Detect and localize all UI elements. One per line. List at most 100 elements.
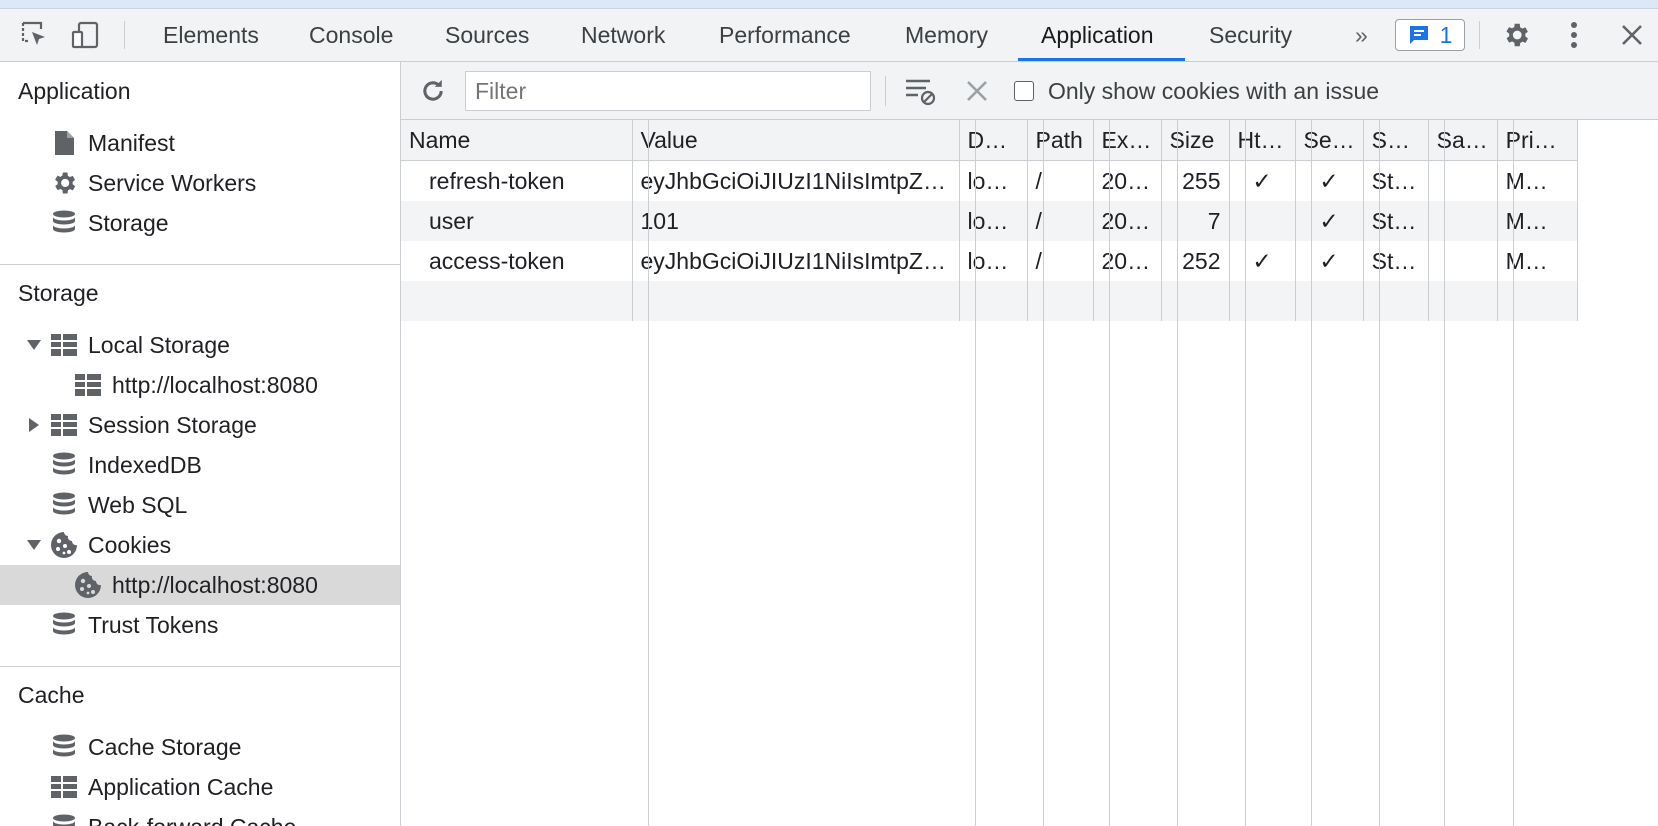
cell-name: refresh-token [401,160,633,201]
sidebar-item-cache-storage[interactable]: Cache Storage [0,727,400,767]
tab-performance[interactable]: Performance [719,9,851,61]
cell-httponly: ✓ [1229,160,1296,201]
table-row-empty [401,281,1578,321]
column-header-domain[interactable]: D… [959,120,1028,161]
cookie-icon [74,571,102,599]
settings-gear-icon[interactable] [1498,9,1534,61]
sidebar-item-label: Session Storage [88,411,257,438]
column-header-httponly[interactable]: Ht… [1229,120,1296,161]
cell-domain: lo… [959,160,1028,201]
cell-sameparty [1428,241,1498,281]
devtools-tabbar: Elements Console Sources Network Perform… [0,9,1658,62]
table-row[interactable]: refresh-token eyJhbGciOiJIUzI1NiIsImtpZ…… [401,160,1578,201]
database-icon [50,733,78,761]
tab-sources[interactable]: Sources [445,9,529,61]
column-header-value[interactable]: Value [632,120,960,161]
cookies-table: Name Value D… Path Ex… Size Ht… Se… S… S… [401,120,1658,826]
expand-arrow-icon[interactable] [29,418,39,432]
cell-sameparty [1428,160,1498,201]
issues-badge-button[interactable]: 1 [1395,19,1465,51]
sidebar-item-cookies[interactable]: Cookies [0,525,400,565]
column-divider [1109,120,1110,826]
sidebar-item-label: Trust Tokens [88,611,219,638]
delete-selected-icon[interactable] [959,62,995,119]
column-header-samesite[interactable]: S… [1363,120,1429,161]
cookie-icon [50,531,78,559]
sidebar-item-web-sql[interactable]: Web SQL [0,485,400,525]
expand-arrow-icon[interactable] [27,340,41,350]
inspect-element-icon[interactable] [18,9,52,61]
more-options-icon[interactable] [1556,9,1592,61]
active-tab-indicator [1018,58,1185,61]
column-divider [1513,120,1514,826]
tab-elements[interactable]: Elements [163,9,259,61]
close-icon[interactable] [1614,9,1650,61]
column-divider [1245,120,1246,826]
only-issues-filter: Only show cookies with an issue [1014,75,1379,107]
device-toolbar-icon[interactable] [68,9,102,61]
sidebar-item-session-storage[interactable]: Session Storage [0,405,400,445]
sidebar-item-label: Local Storage [88,331,230,358]
column-header-name[interactable]: Name [401,120,633,161]
cell-priority: M… [1497,241,1578,281]
cell-domain: lo… [959,201,1028,241]
column-divider [975,120,976,826]
column-header-sameparty[interactable]: Sa… [1428,120,1498,161]
cookies-data-table: Name Value D… Path Ex… Size Ht… Se… S… S… [401,120,1578,321]
refresh-icon[interactable] [415,62,451,119]
sidebar-item-label: http://localhost:8080 [112,371,318,398]
sidebar-item-label: Manifest [88,129,175,156]
expand-arrow-icon[interactable] [27,540,41,550]
sidebar-item-label: IndexedDB [88,451,202,478]
document-icon [50,129,78,157]
filter-input[interactable] [465,71,871,111]
sidebar-item-trust-tokens[interactable]: Trust Tokens [0,605,400,645]
cell-secure: ✓ [1295,160,1364,201]
tab-network[interactable]: Network [581,9,665,61]
cell-priority: M… [1497,201,1578,241]
sidebar-item-storage-overview[interactable]: Storage [0,203,400,243]
column-header-priority[interactable]: Pri… [1497,120,1578,161]
sidebar-item-back-forward-cache[interactable]: Back-forward Cache [0,807,400,826]
sidebar-item-local-storage-origin[interactable]: http://localhost:8080 [0,365,400,405]
column-header-secure[interactable]: Se… [1295,120,1364,161]
sidebar-item-cookies-origin[interactable]: http://localhost:8080 [0,565,400,605]
database-icon [50,451,78,479]
tab-application[interactable]: Application [1041,9,1154,61]
cell-secure: ✓ [1295,241,1364,281]
column-divider [1444,120,1445,826]
only-issues-checkbox[interactable] [1014,81,1034,101]
more-tabs-button[interactable]: » [1355,9,1368,61]
table-row[interactable]: user 101 lo… / 20… 7 ✓ St… M… [401,201,1578,241]
tab-security[interactable]: Security [1209,9,1292,61]
column-header-size[interactable]: Size [1161,120,1230,161]
clear-filtered-icon[interactable] [903,62,939,119]
database-icon [50,491,78,519]
message-icon [1409,26,1428,44]
database-icon [50,611,78,639]
cell-value: eyJhbGciOiJIUzI1NiIsImtpZ… [632,241,960,281]
cell-path: / [1027,201,1094,241]
sidebar-item-indexeddb[interactable]: IndexedDB [0,445,400,485]
tab-memory[interactable]: Memory [905,9,988,61]
issues-count: 1 [1439,21,1453,48]
sidebar-item-service-workers[interactable]: Service Workers [0,163,400,203]
column-header-expires[interactable]: Ex… [1093,120,1162,161]
sidebar-item-application-cache[interactable]: Application Cache [0,767,400,807]
cell-value: 101 [632,201,960,241]
sidebar-item-local-storage[interactable]: Local Storage [0,325,400,365]
cell-size: 255 [1161,160,1230,201]
cell-expires: 20… [1093,241,1162,281]
column-header-path[interactable]: Path [1027,120,1094,161]
column-divider [648,120,649,826]
section-header-application: Application [18,78,131,104]
cookies-toolbar: Only show cookies with an issue [401,62,1658,120]
cell-size: 252 [1161,241,1230,281]
cell-value: eyJhbGciOiJIUzI1NiIsImtpZ… [632,160,960,201]
cell-samesite: St… [1363,241,1429,281]
table-row[interactable]: access-token eyJhbGciOiJIUzI1NiIsImtpZ… … [401,241,1578,281]
table-icon [50,331,78,359]
only-issues-label: Only show cookies with an issue [1048,77,1380,104]
sidebar-item-manifest[interactable]: Manifest [0,123,400,163]
tab-console[interactable]: Console [309,9,393,61]
